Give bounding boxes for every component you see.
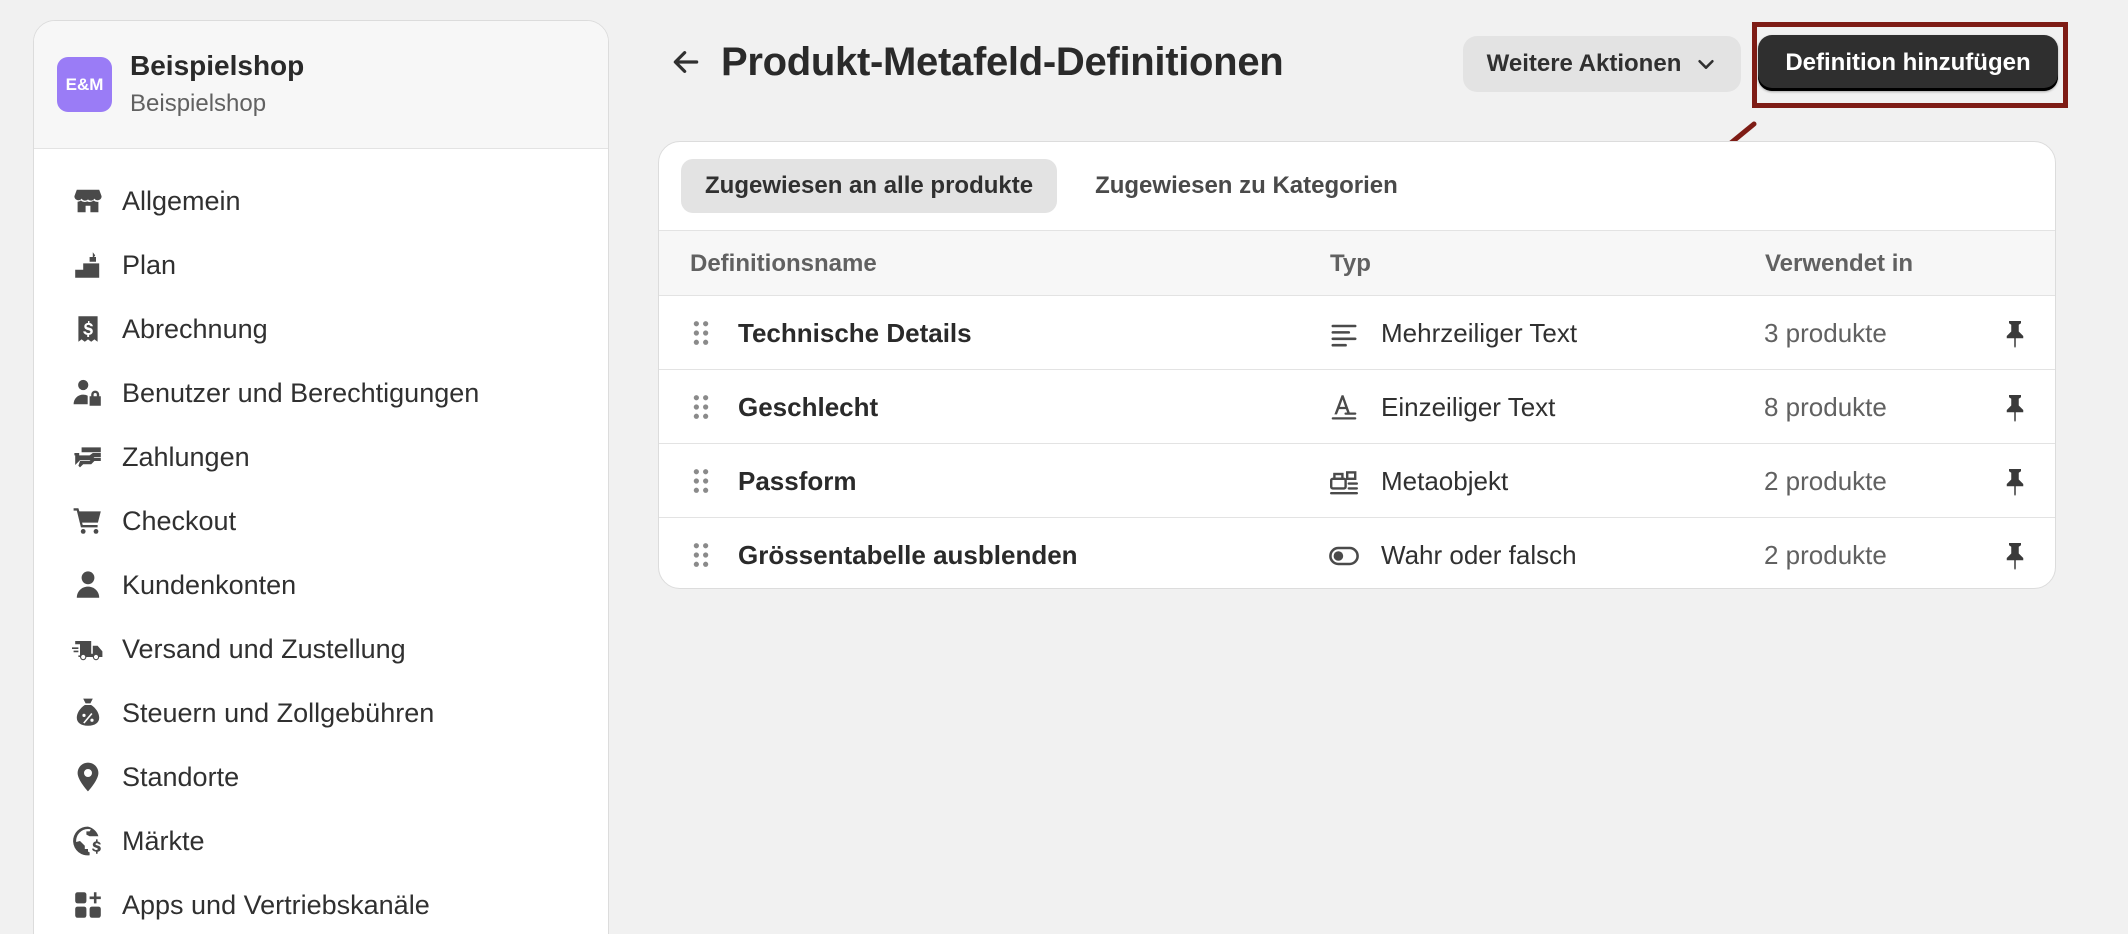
toggle-icon	[1328, 540, 1360, 572]
person-icon	[70, 567, 106, 603]
truck-icon	[70, 631, 106, 667]
sidebar-item-label: Plan	[122, 249, 177, 280]
more-actions-button[interactable]: Weitere Aktionen	[1463, 36, 1741, 92]
store-avatar: E&M	[57, 57, 112, 112]
sidebar-item-label: Steuern und Zollgebühren	[122, 697, 435, 728]
metaobject-icon	[1328, 466, 1360, 498]
definition-type: Einzeiliger Text	[1381, 391, 1556, 422]
add-definition-button[interactable]: Definition hinzufügen	[1758, 35, 2058, 91]
column-header-name: Definitionsname	[690, 250, 877, 277]
drag-handle-icon[interactable]	[691, 468, 711, 494]
settings-sidebar: E&M Beispielshop Beispielshop Allgemein …	[33, 20, 609, 934]
definition-used-in: 2 produkte	[1764, 539, 1887, 570]
definition-used-in: 8 produkte	[1764, 391, 1887, 422]
sidebar-item-label: Zahlungen	[122, 441, 250, 472]
location-icon	[70, 759, 106, 795]
globe-icon	[70, 823, 106, 859]
pin-icon[interactable]	[2000, 392, 2030, 422]
sidebar-item-kundenkonten[interactable]: Kundenkonten	[34, 553, 608, 617]
sidebar-item-label: Versand und Zustellung	[122, 633, 406, 664]
cart-icon	[70, 503, 106, 539]
sidebar-item-standorte[interactable]: Standorte	[34, 745, 608, 809]
tabs: Zugewiesen an alle produkte Zugewiesen z…	[659, 142, 2055, 230]
table-row[interactable]: Grössentabelle ausblenden Wahr oder fals…	[659, 518, 2055, 588]
sidebar-item-label: Kundenkonten	[122, 569, 297, 600]
table-row[interactable]: Passform Metaobjekt 2 produkte	[659, 444, 2055, 518]
multiline-text-icon	[1328, 318, 1360, 350]
table-header: Definitionsname Typ Verwendet in	[659, 230, 2055, 296]
definition-name: Passform	[738, 465, 857, 496]
pin-icon[interactable]	[2000, 318, 2030, 348]
tab-all-products[interactable]: Zugewiesen an alle produkte	[681, 159, 1058, 213]
sidebar-item-label: Apps und Vertriebskanäle	[122, 889, 430, 920]
sidebar-item-label: Benutzer und Berechtigungen	[122, 377, 480, 408]
sidebar-item-label: Märkte	[122, 825, 205, 856]
definitions-card: Zugewiesen an alle produkte Zugewiesen z…	[658, 141, 2056, 589]
definition-name: Technische Details	[738, 317, 972, 348]
drag-handle-icon[interactable]	[691, 542, 711, 568]
billing-icon	[70, 311, 106, 347]
chevron-down-icon	[1698, 59, 1715, 69]
sidebar-item-steuern[interactable]: Steuern und Zollgebühren	[34, 681, 608, 745]
plan-icon	[70, 247, 106, 283]
sidebar-item-abrechnung[interactable]: Abrechnung	[34, 297, 608, 361]
table-row[interactable]: Technische Details Mehrzeiliger Text 3 p…	[659, 296, 2055, 370]
sidebar-item-maerkte[interactable]: Märkte	[34, 809, 608, 873]
sidebar-item-plan[interactable]: Plan	[34, 233, 608, 297]
store-icon	[70, 183, 106, 219]
table-row[interactable]: Geschlecht Einzeiliger Text 8 produkte	[659, 370, 2055, 444]
sidebar-item-label: Abrechnung	[122, 313, 268, 344]
column-header-used-in: Verwendet in	[1765, 250, 1914, 277]
sidebar-item-checkout[interactable]: Checkout	[34, 489, 608, 553]
pin-icon[interactable]	[2000, 540, 2030, 570]
definition-used-in: 2 produkte	[1764, 465, 1887, 496]
users-lock-icon	[70, 375, 106, 411]
sidebar-item-label: Standorte	[122, 761, 240, 792]
drag-handle-icon[interactable]	[691, 394, 711, 420]
sidebar-item-benutzer[interactable]: Benutzer und Berechtigungen	[34, 361, 608, 425]
sidebar-item-label: Allgemein	[122, 185, 241, 216]
definition-name: Grössentabelle ausblenden	[738, 539, 1078, 570]
tab-categories[interactable]: Zugewiesen zu Kategorien	[1071, 159, 1422, 213]
apps-icon	[70, 887, 106, 923]
sidebar-item-zahlungen[interactable]: Zahlungen	[34, 425, 608, 489]
definition-type: Wahr oder falsch	[1381, 539, 1577, 570]
store-header[interactable]: E&M Beispielshop Beispielshop	[34, 21, 608, 149]
back-button[interactable]	[668, 44, 704, 80]
definition-type: Mehrzeiliger Text	[1381, 317, 1578, 348]
sidebar-item-label: Checkout	[122, 505, 237, 536]
single-line-text-icon	[1328, 392, 1360, 424]
store-subtitle: Beispielshop	[130, 89, 267, 117]
page-title: Produkt-Metafeld-Definitionen	[721, 40, 1284, 84]
tax-bag-icon	[70, 695, 106, 731]
definition-used-in: 3 produkte	[1764, 317, 1887, 348]
sidebar-item-allgemein[interactable]: Allgemein	[34, 169, 608, 233]
payments-icon	[70, 439, 106, 475]
arrow-left-icon	[673, 51, 699, 73]
sidebar-item-versand[interactable]: Versand und Zustellung	[34, 617, 608, 681]
pin-icon[interactable]	[2000, 466, 2030, 496]
drag-handle-icon[interactable]	[691, 320, 711, 346]
more-actions-label: Weitere Aktionen	[1486, 50, 1682, 77]
settings-nav: Allgemein Plan Abrechnung Benutzer und B…	[34, 149, 608, 934]
column-header-type: Typ	[1330, 250, 1371, 277]
store-name: Beispielshop	[130, 49, 305, 81]
definition-type: Metaobjekt	[1381, 465, 1509, 496]
definition-name: Geschlecht	[738, 391, 879, 422]
sidebar-item-apps[interactable]: Apps und Vertriebskanäle	[34, 873, 608, 934]
